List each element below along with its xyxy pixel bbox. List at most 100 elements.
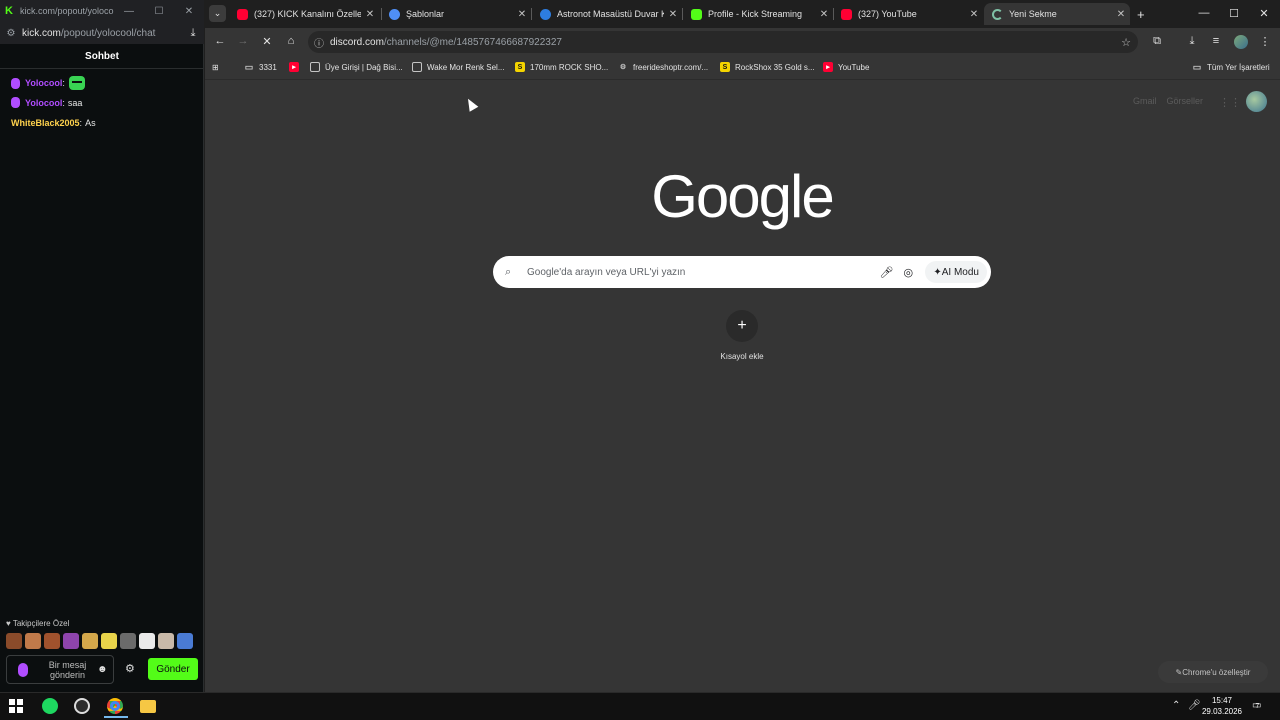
microphone-icon[interactable]: 🎤︎ bbox=[1188, 700, 1201, 711]
s-icon: S bbox=[720, 62, 730, 72]
voice-search-mic-icon[interactable]: 🎤︎ bbox=[875, 266, 897, 279]
kick-logo-icon bbox=[691, 8, 702, 20]
bookmark-uye-girisi[interactable]: Üye Girişi | Dağ Bisi... bbox=[310, 60, 403, 74]
home-icon[interactable]: ⌂ bbox=[283, 35, 299, 47]
tab-close-icon[interactable]: ✕ bbox=[965, 9, 983, 20]
tab-title: (327) YouTube bbox=[858, 9, 917, 19]
emote-icon[interactable] bbox=[120, 633, 136, 649]
followers-label-text: Takipçilere Özel bbox=[12, 619, 70, 628]
customize-label: Chrome'u özelleştir bbox=[1182, 667, 1251, 677]
stop-loading-icon[interactable]: ✕ bbox=[259, 35, 275, 48]
folder-icon: ▭ bbox=[244, 61, 254, 72]
bookmark-label: Wake Mor Renk Sel... bbox=[427, 62, 505, 72]
windows-taskbar bbox=[0, 692, 1280, 720]
tab-close-icon[interactable]: ✕ bbox=[361, 9, 379, 20]
download-icon[interactable]: ⤓ bbox=[182, 27, 204, 40]
emote-icon[interactable] bbox=[101, 633, 117, 649]
google-search-box[interactable]: ⌕ 🎤︎ ◎ ✦ AI Modu bbox=[493, 256, 991, 288]
bookmark-wake-mor[interactable]: Wake Mor Renk Sel... bbox=[412, 60, 505, 74]
chat-message: WhiteBlack2005: As bbox=[11, 118, 96, 128]
maximize-button[interactable]: ☐ bbox=[1218, 7, 1250, 20]
close-button[interactable]: ✕ bbox=[174, 6, 204, 17]
all-bookmarks-folder[interactable]: ▭ Tüm Yer İşaretleri bbox=[1192, 60, 1270, 74]
tab-active[interactable]: Yeni Sekme ✕ bbox=[984, 3, 1130, 25]
tab-close-icon[interactable]: ✕ bbox=[513, 9, 531, 20]
chat-settings-icon[interactable]: ⚙ bbox=[125, 662, 135, 675]
emote-icon[interactable] bbox=[82, 633, 98, 649]
media-controls-icon[interactable]: ≡ bbox=[1208, 35, 1224, 47]
gmail-link[interactable]: Gmail bbox=[1133, 96, 1157, 106]
emote-icon[interactable] bbox=[139, 633, 155, 649]
emoji-icon[interactable]: ☻ bbox=[97, 664, 113, 675]
tab-close-icon[interactable]: ✕ bbox=[1112, 9, 1130, 20]
kick-window-title: kick.com/popout/yoloco... bbox=[20, 6, 114, 16]
tab[interactable]: Profile - Kick Streaming ✕ bbox=[683, 3, 833, 25]
tab-title: (327) KICK Kanalını Özelleştir bbox=[254, 9, 361, 19]
customize-chrome-button[interactable]: ✎ Chrome'u özelleştir bbox=[1158, 661, 1268, 683]
tab[interactable]: Astronot Masaüstü Duvar Kağıdı ✕ bbox=[532, 3, 682, 25]
tab-search-chevron-icon[interactable]: ⌄ bbox=[209, 5, 226, 22]
back-arrow-icon[interactable]: ← bbox=[212, 35, 228, 47]
ai-mode-button[interactable]: ✦ AI Modu bbox=[925, 261, 987, 283]
site-info-icon[interactable]: ⓘ bbox=[308, 35, 330, 50]
emote-icon[interactable] bbox=[158, 633, 174, 649]
emote-icon[interactable] bbox=[6, 633, 22, 649]
chat-username[interactable]: WhiteBlack2005 bbox=[11, 118, 80, 128]
google-apps-grid-icon[interactable]: ⋮⋮ bbox=[1219, 96, 1241, 109]
bookmark-rockshox[interactable]: S RockShox 35 Gold s... bbox=[720, 60, 815, 74]
bookmark-170mm[interactable]: S 170mm ROCK SHO... bbox=[515, 60, 608, 74]
google-lens-icon[interactable]: ◎ bbox=[897, 266, 919, 279]
send-button[interactable]: Gönder bbox=[148, 658, 198, 680]
download-icon[interactable]: ⤓ bbox=[1184, 35, 1200, 48]
bookmark-star-icon[interactable]: ☆ bbox=[1114, 36, 1138, 49]
maximize-button[interactable]: ☐ bbox=[144, 6, 174, 17]
add-shortcut-button[interactable]: + bbox=[726, 310, 758, 342]
new-tab-plus-icon[interactable]: + bbox=[1137, 7, 1145, 22]
chat-username[interactable]: Yolocool bbox=[25, 98, 62, 108]
url-path: /channels/@me/1485767466687922327 bbox=[383, 36, 562, 48]
chat-message-input[interactable]: Bir mesaj gönderin ☻ bbox=[6, 655, 114, 684]
system-clock[interactable]: 15:47 29.03.2026 bbox=[1200, 695, 1244, 717]
bookmark-label: RockShox 35 Gold s... bbox=[735, 62, 815, 72]
spotify-icon[interactable] bbox=[41, 697, 59, 715]
extensions-puzzle-icon[interactable]: ⧉ bbox=[1149, 35, 1165, 48]
tab-close-icon[interactable]: ✕ bbox=[815, 9, 833, 20]
account-avatar[interactable] bbox=[1246, 91, 1267, 112]
close-button[interactable]: ✕ bbox=[1248, 7, 1280, 20]
windows-start-icon[interactable] bbox=[9, 699, 23, 713]
profile-avatar[interactable] bbox=[1234, 35, 1248, 49]
site-settings-icon[interactable]: ⚙ bbox=[0, 28, 22, 39]
youtube-icon bbox=[237, 8, 248, 20]
tab-title: Şablonlar bbox=[406, 9, 445, 19]
apps-grid-icon[interactable]: ⊞ bbox=[212, 60, 219, 74]
file-explorer-icon[interactable] bbox=[139, 697, 157, 715]
minimize-button[interactable]: — bbox=[1188, 7, 1220, 19]
tab-close-icon[interactable]: ✕ bbox=[664, 9, 682, 20]
kick-url[interactable]: kick.com/popout/yolocool/chat bbox=[22, 28, 182, 39]
bookmark-label: 170mm ROCK SHO... bbox=[530, 62, 609, 72]
active-app-indicator bbox=[104, 716, 128, 718]
address-bar[interactable]: ⓘ discord.com/channels/@me/1485767466687… bbox=[308, 31, 1138, 53]
chat-username[interactable]: Yolocool bbox=[25, 78, 62, 88]
menu-dots-icon[interactable]: ⋮ bbox=[1257, 35, 1273, 48]
tab[interactable]: (327) YouTube ✕ bbox=[833, 3, 983, 25]
obs-icon[interactable] bbox=[73, 697, 91, 715]
emote-icon[interactable] bbox=[44, 633, 60, 649]
search-input[interactable] bbox=[527, 266, 876, 278]
chat-message: Yolocool: saa bbox=[11, 97, 82, 108]
minimize-button[interactable]: — bbox=[114, 6, 144, 17]
bookmark-freerideshop[interactable]: ⚙ freerideshoptr.com/... bbox=[618, 60, 708, 74]
emote-icon[interactable] bbox=[177, 633, 193, 649]
tab[interactable]: (327) KICK Kanalını Özelleştir ✕ bbox=[229, 3, 379, 25]
images-link[interactable]: Görseller bbox=[1167, 96, 1204, 106]
bookmark-youtube[interactable]: ▸ YouTube bbox=[823, 60, 869, 74]
bookmark-youtube[interactable]: ▸ bbox=[289, 60, 304, 74]
emote-icon[interactable] bbox=[25, 633, 41, 649]
notifications-icon[interactable]: ▭7 bbox=[1252, 700, 1261, 711]
emote-icon[interactable] bbox=[63, 633, 79, 649]
chrome-icon[interactable] bbox=[106, 697, 124, 715]
tab[interactable]: Şablonlar ✕ bbox=[381, 3, 531, 25]
forward-arrow-icon[interactable]: → bbox=[235, 35, 251, 47]
tray-chevron-icon[interactable]: ⌃ bbox=[1172, 700, 1180, 711]
bookmark-folder-3331[interactable]: ▭ 3331 bbox=[244, 60, 277, 74]
